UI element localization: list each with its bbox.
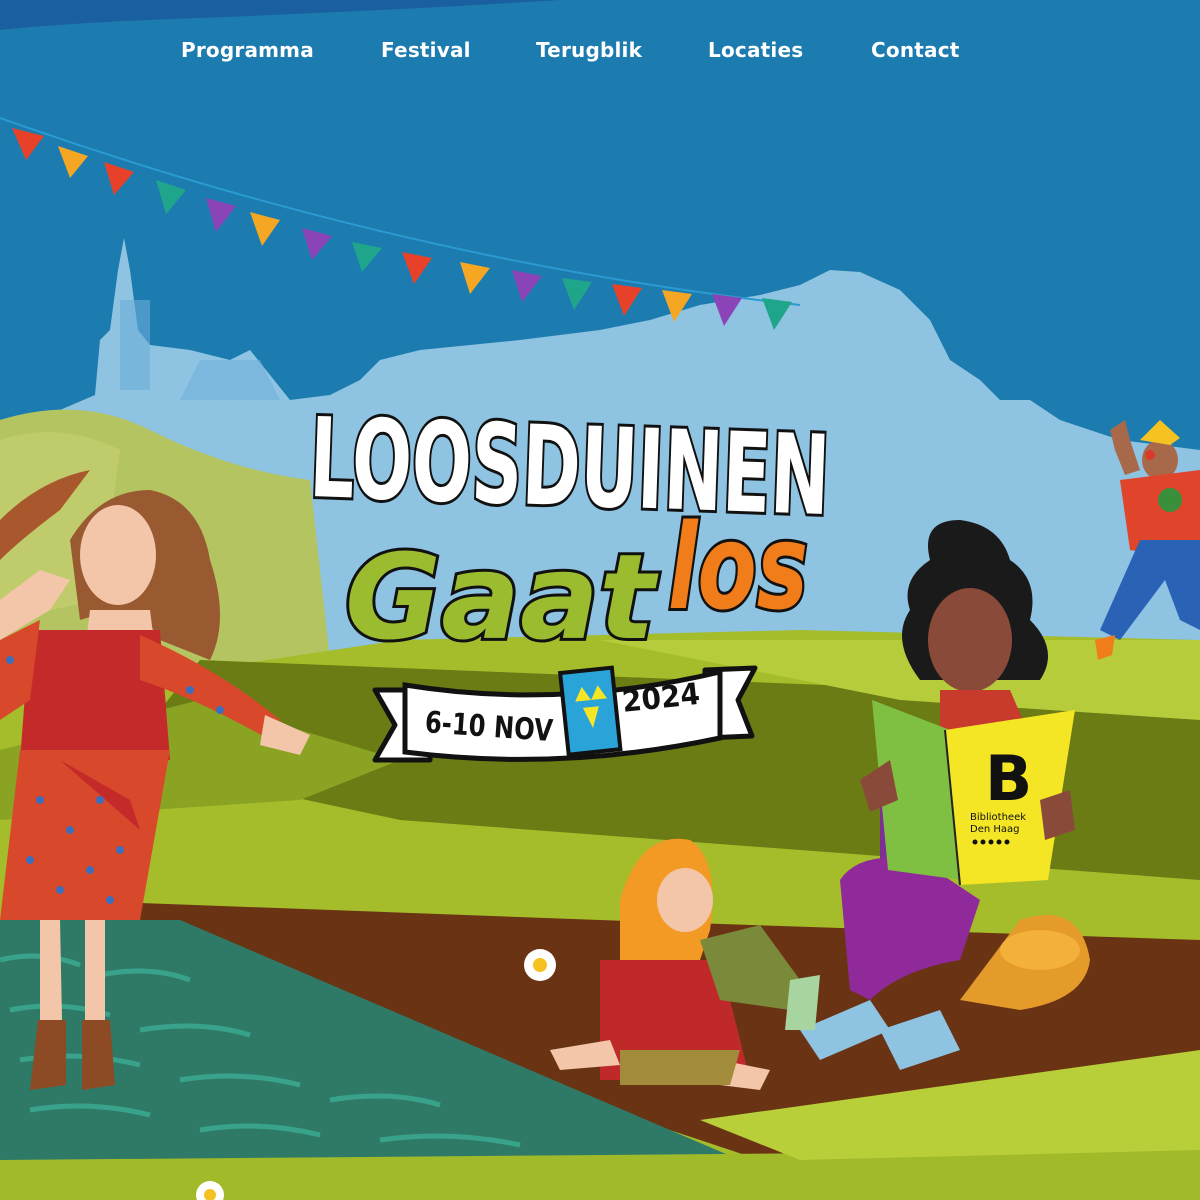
festival-illustration: B Bibliotheek Den Haag	[0, 0, 1200, 1200]
nav-item-contact[interactable]: Contact	[871, 38, 960, 62]
book-logo-letter: B	[985, 742, 1032, 815]
nav-item-locaties[interactable]: Locaties	[708, 38, 803, 62]
main-navigation: Programma Festival Terugblik Locaties Co…	[0, 0, 1200, 110]
book-logo-line1: Bibliotheek	[970, 812, 1026, 823]
nav-item-programma[interactable]: Programma	[181, 38, 314, 62]
nav-item-festival[interactable]: Festival	[381, 38, 471, 62]
book-logo-line2: Den Haag	[970, 824, 1020, 835]
nav-item-terugblik[interactable]: Terugblik	[536, 38, 642, 62]
flower-icon	[524, 949, 556, 981]
hero-section: B Bibliotheek Den Haag LOOSDUINEN Gaat l…	[0, 0, 1200, 1200]
